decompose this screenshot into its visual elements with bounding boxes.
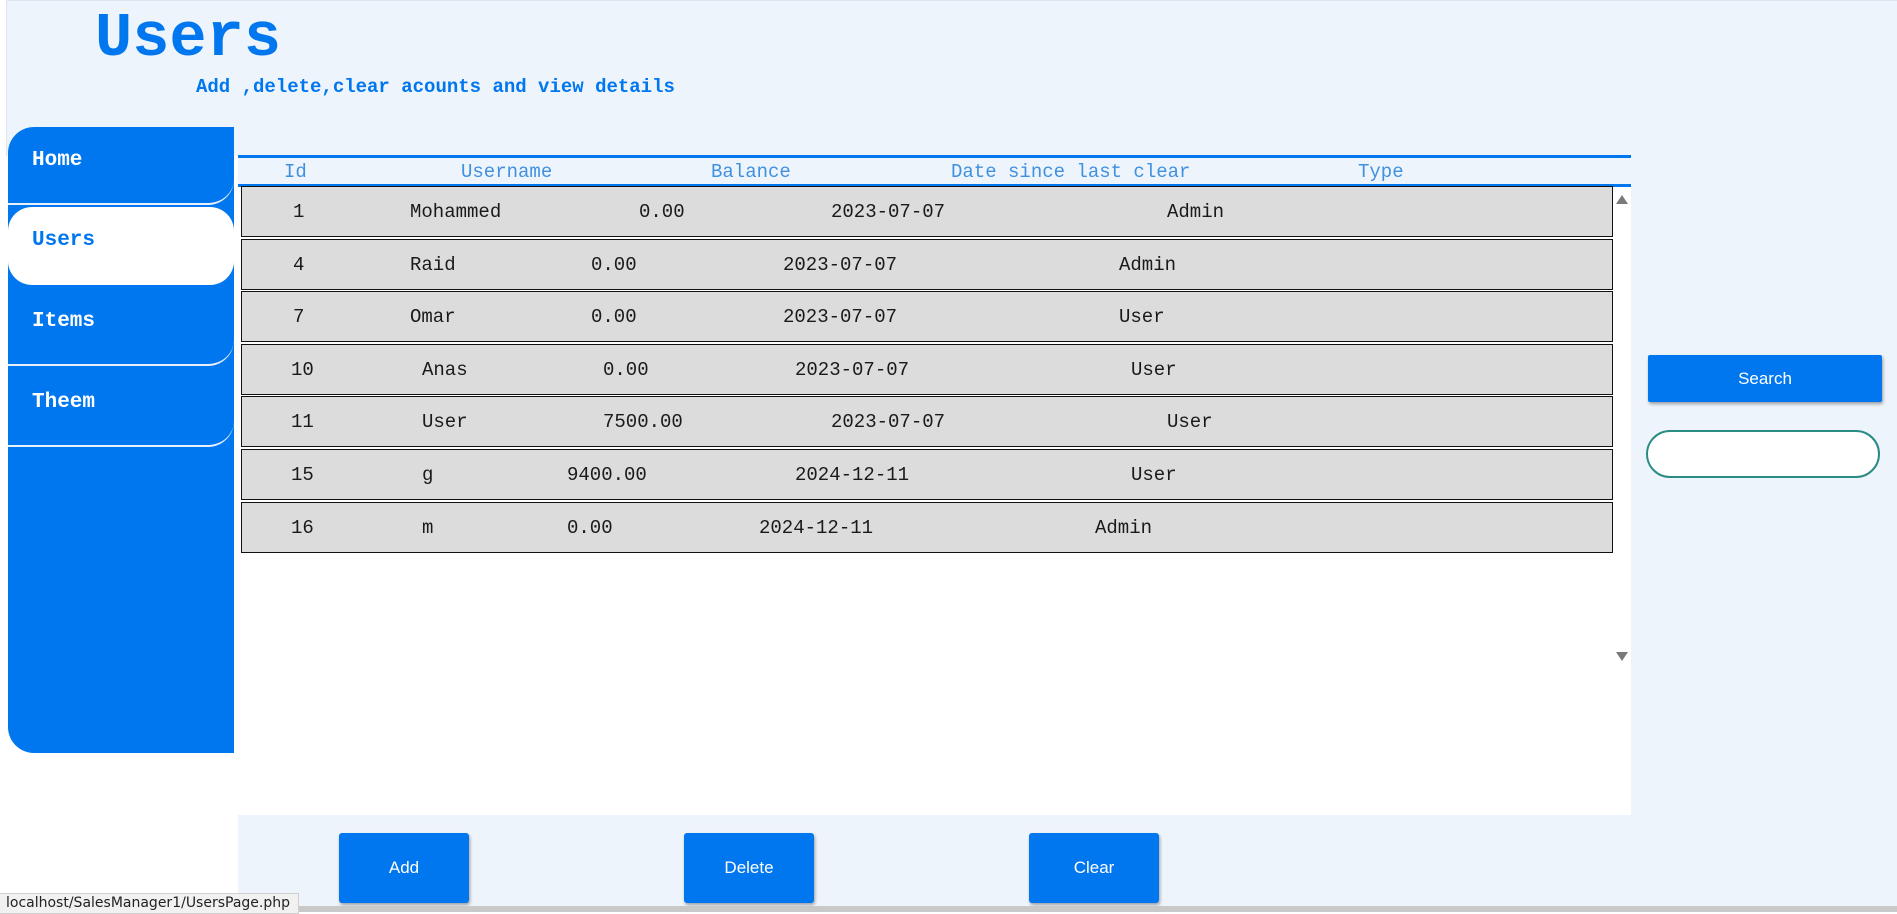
cell-username: Raid [410,253,456,276]
sidebar-item-label: Home [32,149,83,172]
add-button[interactable]: Add [339,833,469,903]
cell-date: 2023-07-07 [783,253,898,276]
column-header-username: Username [461,161,553,183]
cell-date: 2023-07-07 [795,358,910,381]
cell-username: Mohammed [410,201,502,223]
cell-id: 16 [291,516,314,539]
cell-id: 7 [293,306,305,329]
right-panel [1630,155,1897,912]
table-row[interactable]: 7 Omar 0.00 2023-07-07 User [241,291,1613,343]
cell-type: User [1167,411,1213,434]
cell-balance: 0.00 [567,516,613,539]
sidebar-item-home[interactable]: Home [8,127,234,205]
sidebar-item-theem[interactable]: Theem [8,369,234,447]
sidebar-item-label: Users [32,229,96,252]
cell-balance: 7500.00 [603,411,683,434]
cell-date: 2023-07-07 [783,306,898,329]
sidebar-item-label: Theem [32,391,96,414]
cell-type: User [1131,358,1177,381]
status-bar-url: localhost/SalesManager1/UsersPage.php [0,893,300,914]
search-button[interactable]: Search [1648,355,1882,402]
page-title: Users [95,3,282,74]
cell-balance: 0.00 [591,306,637,329]
table-row[interactable]: 16 m 0.00 2024-12-11 Admin [241,501,1613,553]
cell-date: 2024-12-11 [759,516,874,539]
cell-type: User [1119,306,1165,329]
cell-id: 10 [291,358,314,381]
table-row[interactable]: 1 Mohammed 0.00 2023-07-07 Admin [241,186,1613,237]
users-table-body: 1 Mohammed 0.00 2023-07-07 Admin 4 Raid … [241,186,1613,554]
horizontal-scrollbar[interactable] [286,906,1897,912]
cell-type: Admin [1119,253,1177,276]
search-input[interactable] [1646,430,1880,478]
column-header-type: Type [1358,161,1404,183]
table-row[interactable]: 11 User 7500.00 2023-07-07 User [241,396,1613,448]
cell-username: Anas [422,358,468,381]
cell-id: 11 [291,411,314,434]
sidebar-item-items[interactable]: Items [8,288,234,366]
table-row[interactable]: 15 g 9400.00 2024-12-11 User [241,448,1613,500]
sidebar: Home Users Items Theem [8,127,234,753]
cell-balance: 9400.00 [567,463,647,486]
column-header-id: Id [284,161,307,183]
cell-type: User [1131,463,1177,486]
page-subtitle: Add ,delete,clear acounts and view detai… [196,76,675,98]
cell-type: Admin [1095,516,1153,539]
triangle-down-icon[interactable] [1616,652,1628,661]
cell-date: 2023-07-07 [831,201,946,223]
cell-date: 2024-12-11 [795,463,910,486]
cell-balance: 0.00 [591,253,637,276]
sidebar-item-label: Items [32,310,96,333]
cell-username: User [422,411,468,434]
cell-type: Admin [1167,201,1225,223]
column-header-balance: Balance [711,161,791,183]
table-header: Id Username Balance Date since last clea… [238,155,1631,187]
cell-username: m [422,516,434,539]
cell-id: 1 [293,201,305,223]
triangle-up-icon[interactable] [1616,195,1628,204]
cell-id: 15 [291,463,314,486]
column-header-date: Date since last clear [951,161,1191,183]
cell-id: 4 [293,253,305,276]
sidebar-item-users[interactable]: Users [8,207,234,285]
table-row[interactable]: 4 Raid 0.00 2023-07-07 Admin [241,238,1613,290]
delete-button[interactable]: Delete [684,833,814,903]
clear-button[interactable]: Clear [1029,833,1159,903]
cell-date: 2023-07-07 [831,411,946,434]
table-row[interactable]: 10 Anas 0.00 2023-07-07 User [241,343,1613,395]
cell-balance: 0.00 [639,201,685,223]
cell-username: g [422,463,434,486]
cell-username: Omar [410,306,456,329]
cell-balance: 0.00 [603,358,649,381]
